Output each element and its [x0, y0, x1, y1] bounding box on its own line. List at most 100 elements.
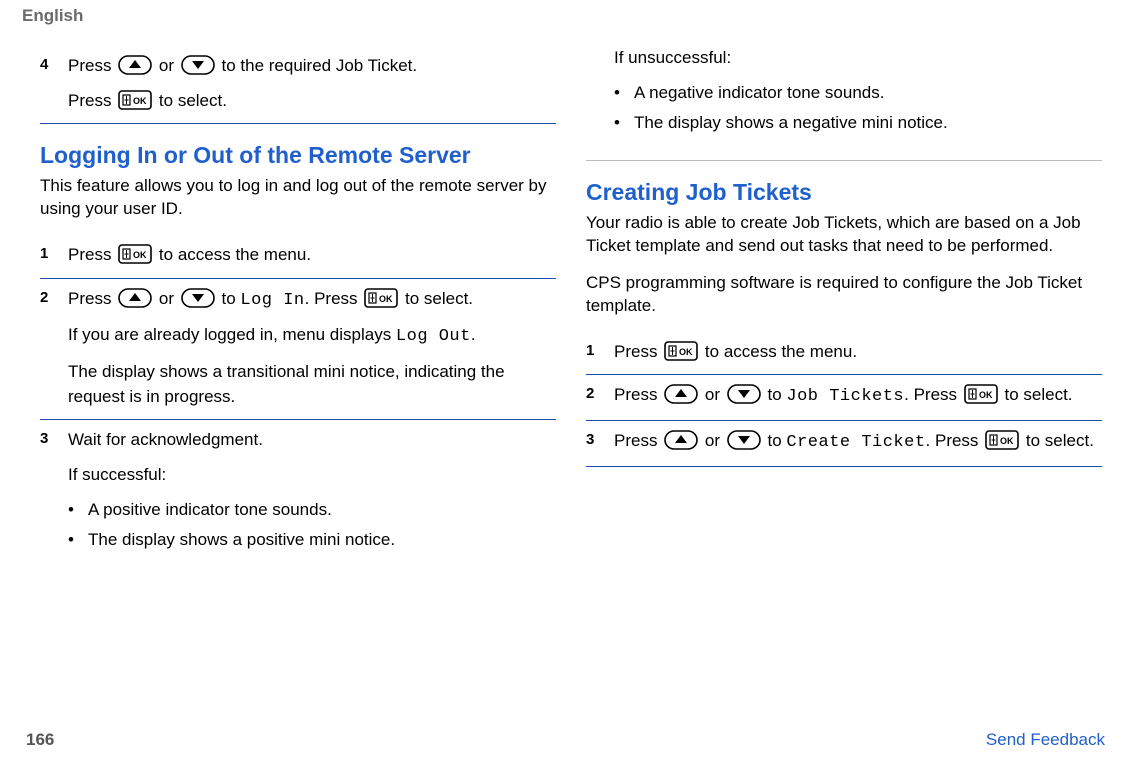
text: Press: [614, 385, 662, 404]
step-content: Press or to Create Ticket. Press to sele…: [614, 429, 1102, 456]
send-feedback-link[interactable]: Send Feedback: [986, 730, 1105, 750]
step-divider: [586, 466, 1102, 467]
page-language-header: English: [0, 0, 1131, 26]
menu-code: Create Ticket: [786, 433, 925, 452]
text: . Press: [926, 431, 984, 450]
text: Press: [68, 56, 116, 75]
text: to select.: [159, 91, 227, 110]
text: A negative indicator tone sounds.: [634, 81, 884, 106]
step-3-login: 3 Wait for acknowledgment. If successful…: [40, 420, 556, 569]
bullet-icon: •: [614, 111, 634, 136]
text: to select.: [405, 289, 473, 308]
down-arrow-button-icon: [727, 384, 761, 404]
text: Press: [68, 91, 116, 110]
text: A positive indicator tone sounds.: [88, 498, 332, 523]
text: The display shows a transitional mini no…: [68, 360, 556, 409]
text: . Press: [904, 385, 962, 404]
list-item: •The display shows a positive mini notic…: [68, 528, 556, 553]
text: to access the menu.: [705, 342, 857, 361]
step-number: 4: [40, 54, 68, 113]
text: If you are already logged in, menu displ…: [68, 325, 396, 344]
list-item: •A positive indicator tone sounds.: [68, 498, 556, 523]
step-1-create: 1 Press to access the menu.: [586, 332, 1102, 375]
step-number: 2: [586, 383, 614, 410]
down-arrow-button-icon: [727, 430, 761, 450]
bullet-icon: •: [68, 498, 88, 523]
step-4: 4 Press or to the required Job Ticket. P…: [40, 46, 556, 123]
ok-button-icon: [118, 244, 152, 264]
menu-code: Job Tickets: [786, 387, 904, 406]
text: to the required Job Ticket.: [222, 56, 418, 75]
step-number-empty: [586, 46, 614, 142]
down-arrow-button-icon: [181, 55, 215, 75]
content-columns: 4 Press or to the required Job Ticket. P…: [0, 26, 1131, 569]
up-arrow-button-icon: [118, 288, 152, 308]
text: Press: [68, 245, 116, 264]
step-number: 2: [40, 287, 68, 410]
step-content: If unsuccessful: •A negative indicator t…: [614, 46, 1102, 142]
text: to: [222, 289, 241, 308]
intro-text: CPS programming software is required to …: [586, 272, 1102, 318]
text: to access the menu.: [159, 245, 311, 264]
page-footer: 166 Send Feedback: [0, 730, 1131, 750]
step-3-continued: If unsuccessful: •A negative indicator t…: [586, 46, 1102, 152]
step-1-login: 1 Press to access the menu.: [40, 235, 556, 278]
down-arrow-button-icon: [181, 288, 215, 308]
list-item: •A negative indicator tone sounds.: [614, 81, 1102, 106]
heading-creating-job-tickets: Creating Job Tickets: [586, 179, 1102, 206]
text: or: [159, 289, 179, 308]
step-number: 1: [586, 340, 614, 365]
ok-button-icon: [985, 430, 1019, 450]
step-number: 1: [40, 243, 68, 268]
up-arrow-button-icon: [664, 384, 698, 404]
heading-logging-in-out: Logging In or Out of the Remote Server: [40, 142, 556, 169]
intro-text: This feature allows you to log in and lo…: [40, 175, 556, 221]
text: .: [471, 325, 476, 344]
step-content: Press or to Log In. Press to select. If …: [68, 287, 556, 410]
text: The display shows a positive mini notice…: [88, 528, 395, 553]
up-arrow-button-icon: [664, 430, 698, 450]
page-number: 166: [26, 730, 54, 750]
menu-code: Log Out: [396, 327, 471, 346]
step-content: Press to access the menu.: [614, 340, 1102, 365]
text: Press: [614, 431, 662, 450]
bullet-icon: •: [68, 528, 88, 553]
text: or: [705, 431, 725, 450]
step-number: 3: [586, 429, 614, 456]
text: to: [768, 385, 787, 404]
step-3-create: 3 Press or to Create Ticket. Press to se…: [586, 421, 1102, 466]
section-divider-gray: [586, 160, 1102, 161]
ok-button-icon: [964, 384, 998, 404]
text: or: [705, 385, 725, 404]
step-content: Wait for acknowledgment. If successful: …: [68, 428, 556, 559]
bullet-icon: •: [614, 81, 634, 106]
intro-text: Your radio is able to create Job Tickets…: [586, 212, 1102, 258]
text: The display shows a negative mini notice…: [634, 111, 948, 136]
bullet-list: •A positive indicator tone sounds. •The …: [68, 498, 556, 553]
section-divider: [40, 123, 556, 124]
text: Wait for acknowledgment.: [68, 428, 556, 453]
bullet-list: •A negative indicator tone sounds. •The …: [614, 81, 1102, 136]
text: . Press: [305, 289, 363, 308]
text: Press: [614, 342, 662, 361]
text: Press: [68, 289, 116, 308]
step-2-create: 2 Press or to Job Tickets. Press to sele…: [586, 375, 1102, 420]
ok-button-icon: [664, 341, 698, 361]
text: to select.: [1026, 431, 1094, 450]
step-content: Press to access the menu.: [68, 243, 556, 268]
step-number: 3: [40, 428, 68, 559]
up-arrow-button-icon: [118, 55, 152, 75]
ok-button-icon: [118, 90, 152, 110]
text: to: [768, 431, 787, 450]
right-column: If unsuccessful: •A negative indicator t…: [586, 46, 1102, 569]
step-2-login: 2 Press or to Log In. Press to select. I…: [40, 279, 556, 420]
text: to select.: [1004, 385, 1072, 404]
text: If unsuccessful:: [614, 46, 1102, 71]
text: or: [159, 56, 179, 75]
left-column: 4 Press or to the required Job Ticket. P…: [40, 46, 556, 569]
menu-code: Log In: [240, 291, 304, 310]
step-content: Press or to Job Tickets. Press to select…: [614, 383, 1102, 410]
step-content: Press or to the required Job Ticket. Pre…: [68, 54, 556, 113]
text: If successful:: [68, 463, 556, 488]
list-item: •The display shows a negative mini notic…: [614, 111, 1102, 136]
